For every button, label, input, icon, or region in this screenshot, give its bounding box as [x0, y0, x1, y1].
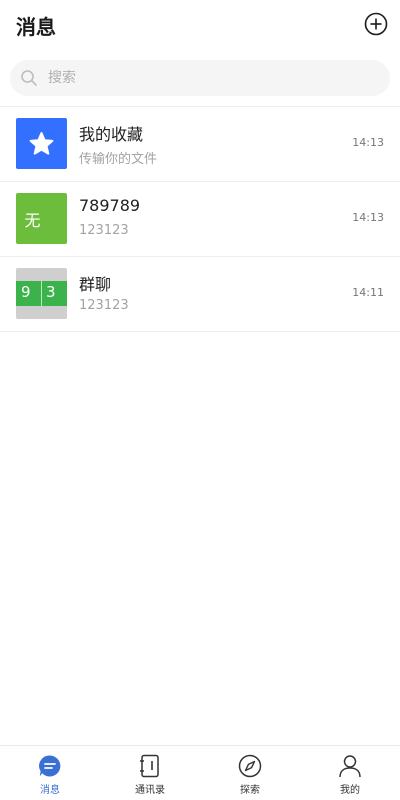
conversation-list: 我的收藏 传输你的文件 14:13 无 789789 123123 14:13 …	[0, 106, 400, 332]
tab-label: 我的	[340, 785, 360, 796]
conversation-item-group[interactable]: 9 3 群聊 123123 14:11	[0, 257, 400, 332]
tab-label: 消息	[40, 785, 60, 796]
tab-messages[interactable]: 消息	[0, 746, 100, 800]
conversation-time: 14:11	[352, 286, 384, 299]
conversation-time: 14:13	[352, 136, 384, 149]
group-avatar-digit: 3	[46, 283, 56, 301]
search-icon	[21, 70, 37, 86]
search-input[interactable]	[48, 60, 378, 96]
tab-profile[interactable]: 我的	[300, 746, 400, 800]
avatar-text: 无	[24, 210, 41, 230]
compass-icon	[238, 754, 262, 778]
star-icon	[29, 132, 54, 155]
page-title: 消息	[16, 15, 56, 39]
search-bar[interactable]	[10, 60, 390, 96]
conversation-item-favorites[interactable]: 我的收藏 传输你的文件 14:13	[0, 107, 400, 182]
chat-bubble-icon	[39, 755, 61, 777]
conversation-preview: 传输你的文件	[79, 152, 158, 167]
person-icon	[339, 755, 361, 778]
group-avatar-digit: 9	[21, 283, 31, 301]
bottom-tab-bar: 消息 通讯录 探索 我的	[0, 745, 400, 800]
tab-explore[interactable]: 探索	[200, 746, 300, 800]
conversation-preview: 123123	[79, 223, 129, 238]
conversation-time: 14:13	[352, 211, 384, 224]
conversation-name: 群聊	[79, 275, 112, 294]
conversation-item-789789[interactable]: 无 789789 123123 14:13	[0, 182, 400, 257]
top-bar: 消息	[0, 0, 400, 52]
tab-label: 探索	[240, 785, 260, 796]
group-avatar: 9 3	[16, 268, 67, 319]
address-book-icon	[140, 754, 159, 778]
conversation-preview: 123123	[79, 298, 129, 313]
tab-contacts[interactable]: 通讯录	[100, 746, 200, 800]
avatar: 无	[16, 193, 67, 244]
plus-circle-icon[interactable]	[364, 12, 388, 36]
avatar	[16, 118, 67, 169]
group-avatar-strip: 9 3	[16, 281, 67, 306]
conversation-name: 我的收藏	[79, 125, 144, 144]
conversation-name: 789789	[79, 196, 141, 215]
divider	[41, 281, 42, 306]
tab-label: 通讯录	[135, 785, 165, 796]
